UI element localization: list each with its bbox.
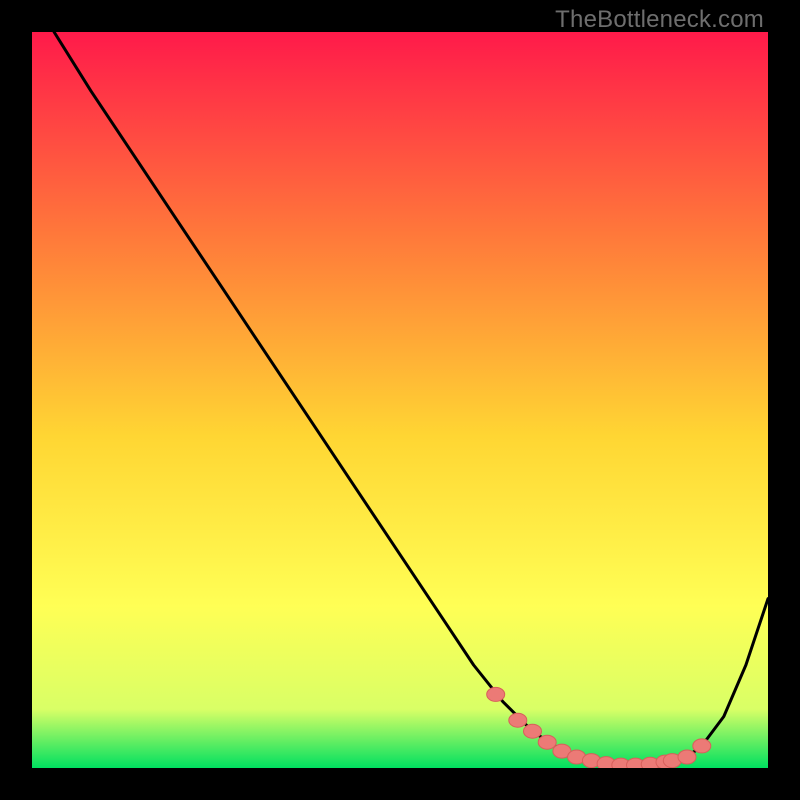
curve-marker [524,724,542,738]
curve-marker [509,713,527,727]
watermark-text: TheBottleneck.com [555,6,764,34]
curve-marker [678,750,696,764]
bottleneck-chart [32,32,768,768]
curve-marker [487,687,505,701]
curve-marker [693,739,711,753]
chart-frame [32,32,768,768]
curve-marker [538,735,556,749]
gradient-background [32,32,768,768]
